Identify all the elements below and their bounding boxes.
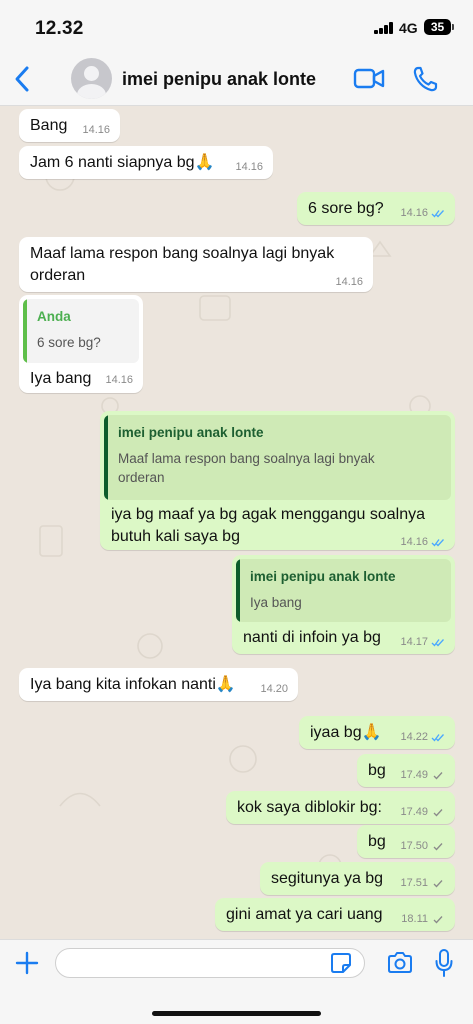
message-time: 14.16 — [335, 276, 363, 288]
message-incoming[interactable]: Bang 14.16 — [19, 109, 120, 142]
message-time: 14.20 — [260, 683, 288, 695]
single-check-sent-icon — [433, 915, 443, 923]
message-time: 17.50 — [400, 840, 428, 852]
message-incoming[interactable]: Iya bang kita infokan nanti🙏 14.20 — [19, 668, 298, 701]
message-time: 14.16 — [235, 161, 263, 173]
quoted-message[interactable]: Anda 6 sore bg? — [23, 299, 139, 363]
message-composer — [0, 939, 473, 1024]
message-incoming[interactable]: Maaf lama respon bang soalnya lagi bnyak… — [19, 237, 373, 292]
phone-icon[interactable] — [412, 65, 438, 93]
message-time: 14.16 — [105, 374, 133, 386]
message-outgoing[interactable]: kok saya diblokir bg: 17.49 — [226, 791, 455, 824]
contact-name[interactable]: imei penipu anak lonte — [122, 69, 316, 90]
battery-icon: 35 — [424, 19, 454, 35]
message-outgoing-reply[interactable]: imei penipu anak lonte Iya bang nanti di… — [232, 555, 455, 654]
sticker-icon[interactable] — [330, 952, 352, 974]
camera-icon[interactable] — [386, 951, 414, 975]
signal-strength-icon — [374, 22, 394, 34]
single-check-sent-icon — [433, 808, 443, 816]
chat-header: imei penipu anak lonte — [0, 52, 473, 106]
double-check-read-icon — [431, 538, 444, 546]
message-outgoing[interactable]: 6 sore bg? 14.16 — [297, 192, 455, 225]
person-avatar-icon — [84, 66, 99, 81]
single-check-sent-icon — [433, 842, 443, 850]
plus-icon[interactable] — [14, 950, 40, 976]
video-camera-icon[interactable] — [353, 66, 385, 92]
message-outgoing[interactable]: bg 17.50 — [357, 825, 455, 858]
quoted-message[interactable]: imei penipu anak lonte Iya bang — [236, 559, 451, 622]
message-incoming-reply[interactable]: Anda 6 sore bg? Iya bang 14.16 — [19, 295, 143, 393]
single-check-sent-icon — [433, 771, 443, 779]
message-outgoing-reply[interactable]: imei penipu anak lonte Maaf lama respon … — [100, 411, 455, 550]
message-input[interactable] — [55, 948, 365, 978]
quoted-message[interactable]: imei penipu anak lonte Maaf lama respon … — [104, 415, 451, 500]
single-check-sent-icon — [433, 879, 443, 887]
status-bar: 12.32 4G 35 — [0, 0, 473, 52]
chevron-left-icon[interactable] — [12, 64, 34, 94]
message-outgoing[interactable]: bg 17.49 — [357, 754, 455, 787]
message-time: 14.16 — [400, 536, 428, 548]
message-time: 17.51 — [400, 877, 428, 889]
message-time: 14.17 — [400, 636, 428, 648]
message-time: 17.49 — [400, 806, 428, 818]
network-type: 4G — [399, 20, 418, 36]
message-time: 17.49 — [400, 769, 428, 781]
double-check-read-icon — [431, 638, 444, 646]
message-time: 14.16 — [400, 207, 428, 219]
message-time: 18.11 — [401, 913, 428, 925]
message-outgoing[interactable]: iyaa bg🙏 14.22 — [299, 716, 455, 749]
message-time: 14.16 — [82, 124, 110, 136]
message-incoming[interactable]: Jam 6 nanti siapnya bg🙏 14.16 — [19, 146, 273, 179]
chat-area[interactable]: Bang 14.16 Jam 6 nanti siapnya bg🙏 14.16… — [0, 106, 473, 939]
message-time: 14.22 — [400, 731, 428, 743]
double-check-read-icon — [431, 209, 444, 217]
home-indicator — [152, 1011, 321, 1016]
message-outgoing[interactable]: segitunya ya bg 17.51 — [260, 862, 455, 895]
contact-avatar[interactable] — [71, 58, 112, 99]
status-time: 12.32 — [35, 18, 84, 39]
microphone-icon[interactable] — [434, 948, 454, 978]
message-outgoing[interactable]: gini amat ya cari uang 18.11 — [215, 898, 455, 931]
double-check-read-icon — [431, 733, 444, 741]
